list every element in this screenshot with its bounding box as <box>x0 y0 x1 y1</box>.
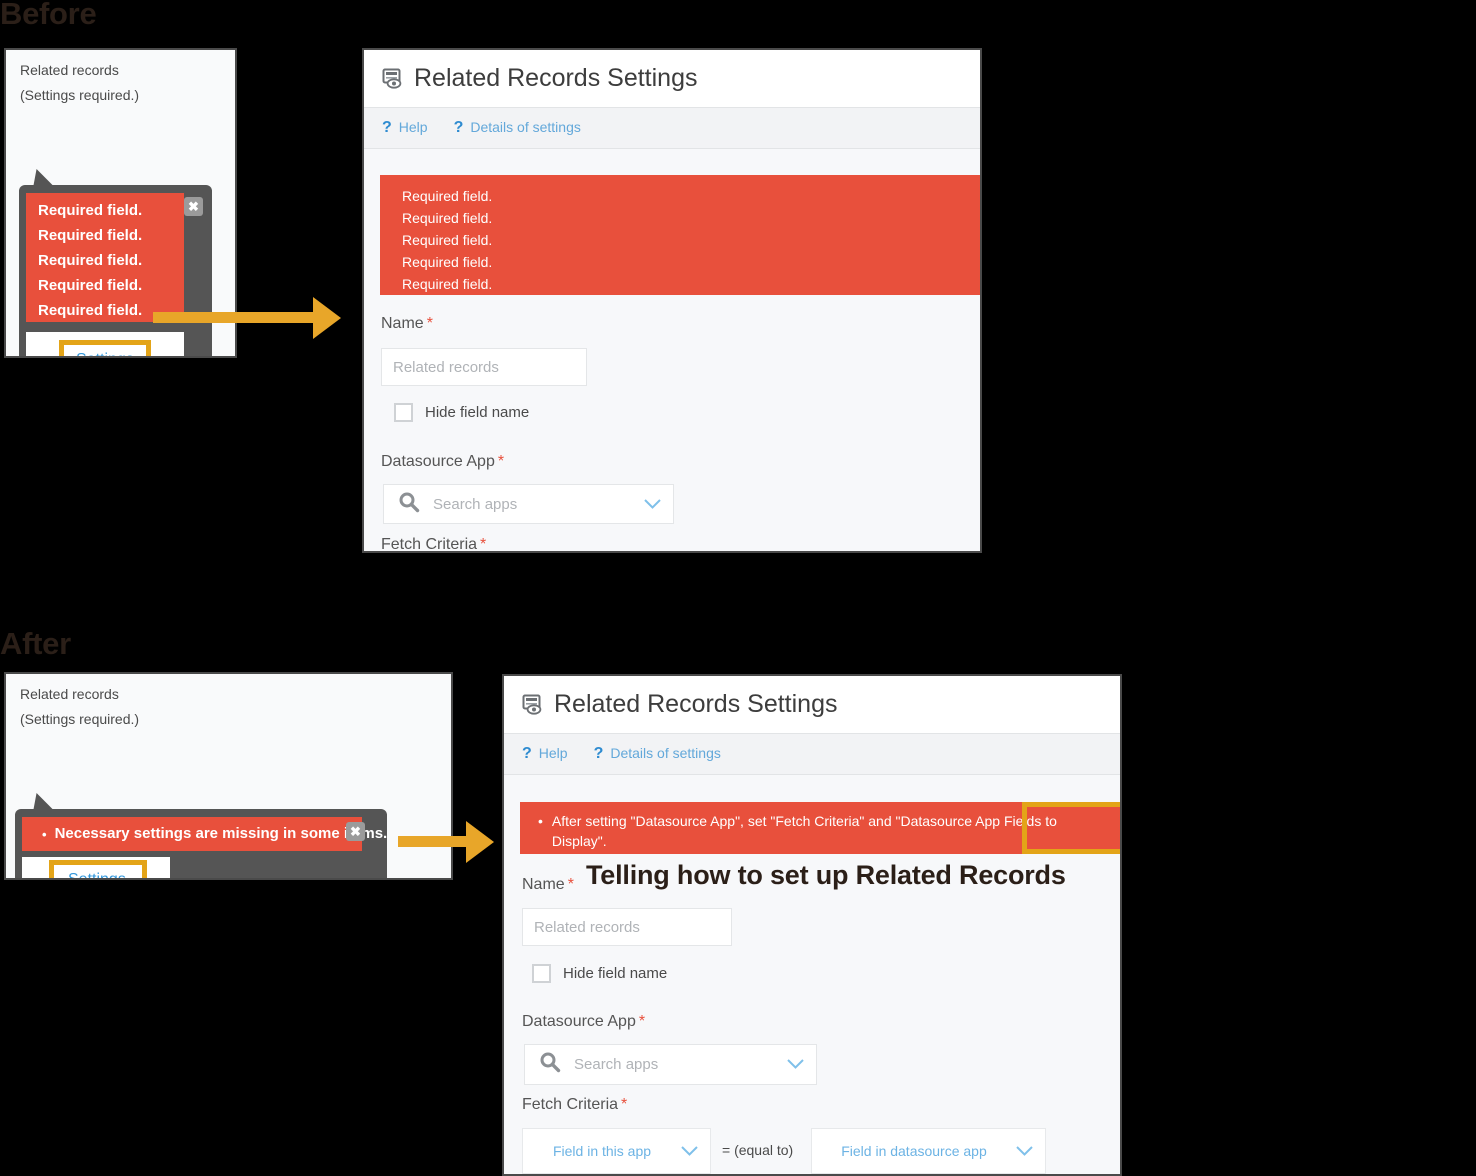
before-dialog-title: Related Records Settings <box>414 64 698 92</box>
after-field-status: (Settings required.) <box>20 711 140 727</box>
before-datasource-label-text: Datasource App <box>381 453 495 470</box>
related-records-icon <box>382 68 404 90</box>
after-name-label: Name * <box>522 876 574 894</box>
before-help-label: Help <box>398 119 428 135</box>
after-datasource-search[interactable]: Search apps <box>524 1044 817 1085</box>
related-records-icon <box>522 694 544 716</box>
after-dialog-linkbar: ? Help ? Details of settings <box>504 734 1120 775</box>
before-field-name: Related records <box>20 62 119 78</box>
notice-line: Required field. <box>402 231 493 248</box>
after-name-input[interactable]: Related records <box>522 908 732 946</box>
after-field-name: Related records <box>20 686 119 702</box>
after-name-label-text: Name <box>522 876 565 893</box>
after-datasource-placeholder: Search apps <box>574 1056 659 1073</box>
after-field-preview-card: Related records (Settings required.) • N… <box>4 672 453 880</box>
before-name-label-text: Name <box>381 315 424 332</box>
after-details-link[interactable]: ? Details of settings <box>594 745 721 763</box>
after-settings-link[interactable]: Settings <box>68 871 126 878</box>
after-settings-dialog: Related Records Settings ? Help ? Detail… <box>502 674 1122 1176</box>
before-arrow-shaft <box>153 312 315 323</box>
after-notice-body: • After setting "Datasource App", set "F… <box>520 802 1090 852</box>
after-details-label: Details of settings <box>610 745 721 761</box>
after-help-link[interactable]: ? Help <box>522 745 568 763</box>
before-datasource-search[interactable]: Search apps <box>383 484 674 524</box>
before-details-label: Details of settings <box>470 119 581 135</box>
after-dialog-title: Related Records Settings <box>554 690 838 718</box>
before-fetch-label: Fetch Criteria * <box>381 536 487 553</box>
before-dialog-linkbar: ? Help ? Details of settings <box>364 108 980 149</box>
before-field-status: (Settings required.) <box>20 87 140 103</box>
after-fetch-label-text: Fetch Criteria <box>522 1096 619 1113</box>
required-marker: * <box>497 453 505 470</box>
section-label-after: After <box>0 626 71 661</box>
after-help-label: Help <box>538 745 568 761</box>
after-notice-text: After setting "Datasource App", set "Fet… <box>551 813 1057 850</box>
after-overlay-caption: Telling how to set up Related Records <box>586 860 1066 890</box>
after-error-bubble: • Necessary settings are missing in some… <box>15 809 387 878</box>
before-hide-field-name-label: Hide field name <box>425 404 530 421</box>
question-mark-icon: ? <box>593 745 604 762</box>
section-label-before: Before <box>0 0 97 31</box>
chevron-down-icon[interactable] <box>1016 1144 1033 1159</box>
question-mark-icon: ? <box>522 745 532 762</box>
required-marker: * <box>638 1013 646 1030</box>
after-error-message: • Necessary settings are missing in some… <box>22 817 387 851</box>
after-fetch-label: Fetch Criteria * <box>522 1096 627 1114</box>
after-fetch-right-select-text: Field in datasource app <box>841 1143 987 1159</box>
before-dialog-header: Related Records Settings <box>364 50 980 108</box>
chevron-down-icon[interactable] <box>787 1057 804 1072</box>
before-details-link[interactable]: ? Details of settings <box>454 119 581 137</box>
required-marker: * <box>621 1096 628 1113</box>
after-datasource-label-text: Datasource App <box>522 1013 636 1030</box>
bullet-icon: • <box>538 813 543 829</box>
after-arrow-head <box>466 821 494 863</box>
question-mark-icon: ? <box>453 119 464 136</box>
required-marker: * <box>480 536 487 553</box>
before-fetch-label-text: Fetch Criteria <box>381 536 478 553</box>
required-marker: * <box>567 876 574 893</box>
search-icon <box>398 491 420 518</box>
after-fetch-left-select-text: Field in this app <box>552 1143 652 1159</box>
bullet-icon: • <box>42 826 47 842</box>
search-icon <box>539 1051 561 1078</box>
after-datasource-label: Datasource App * <box>522 1013 645 1031</box>
before-error-bubble: Required field. Required field. Required… <box>19 185 212 356</box>
after-hide-field-name-checkbox[interactable] <box>532 964 551 983</box>
before-name-input[interactable]: Related records <box>381 348 587 386</box>
close-icon[interactable]: ✖ <box>346 822 365 841</box>
before-hide-field-name-row[interactable]: Hide field name <box>394 403 529 422</box>
before-settings-dialog: Related Records Settings ? Help ? Detail… <box>362 48 982 553</box>
after-dialog-header: Related Records Settings <box>504 676 1120 734</box>
error-line: Required field. <box>38 202 143 219</box>
notice-line: Required field. <box>402 275 493 292</box>
after-hide-field-name-label: Hide field name <box>563 965 668 982</box>
before-settings-link[interactable]: Settings <box>76 351 134 356</box>
error-line: Required field. <box>38 226 143 244</box>
chevron-down-icon[interactable] <box>644 497 661 512</box>
after-fetch-left-select[interactable]: Field in this app <box>522 1128 711 1174</box>
before-datasource-placeholder: Search apps <box>433 495 518 513</box>
notice-line: Required field. <box>402 209 493 226</box>
before-error-list: Required field. Required field. Required… <box>26 193 184 322</box>
after-fetch-right-select[interactable]: Field in datasource app <box>811 1128 1046 1174</box>
after-hide-field-name-row[interactable]: Hide field name <box>532 964 667 983</box>
before-datasource-label: Datasource App * <box>381 453 504 471</box>
after-error-text: Necessary settings are missing in some i… <box>54 824 388 842</box>
notice-line: Required field. <box>402 253 493 270</box>
question-mark-icon: ? <box>382 119 392 136</box>
before-error-notice: Required field. Required field. Required… <box>380 175 980 295</box>
before-hide-field-name-checkbox[interactable] <box>394 403 413 422</box>
after-notice-highlight <box>1022 802 1120 854</box>
before-arrow-head <box>313 297 341 339</box>
after-arrow-shaft <box>398 836 468 847</box>
before-name-label: Name * <box>381 315 433 333</box>
close-icon[interactable]: ✖ <box>184 197 203 216</box>
error-line: Required field. <box>38 251 143 269</box>
error-line: Required field. <box>38 276 143 294</box>
chevron-down-icon[interactable] <box>681 1144 698 1159</box>
required-marker: * <box>426 315 433 332</box>
after-fetch-operator: = (equal to) <box>722 1142 794 1158</box>
notice-line: Required field. <box>402 188 493 204</box>
before-help-link[interactable]: ? Help <box>382 119 428 137</box>
